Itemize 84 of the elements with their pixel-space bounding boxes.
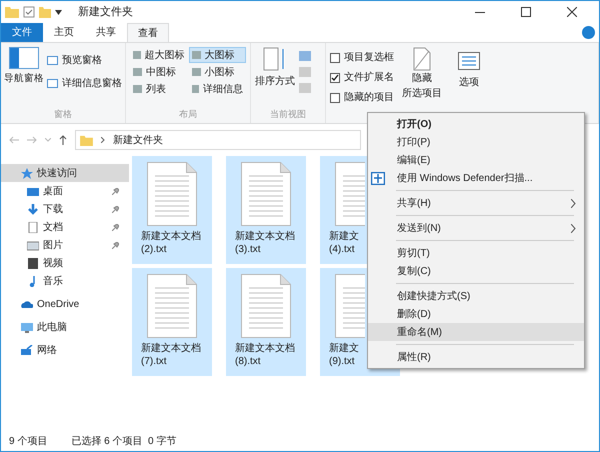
checkbox[interactable] [330, 92, 340, 102]
pane-option[interactable]: 详细信息窗格 [47, 76, 122, 91]
download-icon [27, 204, 39, 214]
chevron-icon [571, 198, 576, 208]
up-icon[interactable] [59, 135, 67, 145]
pane-icon [47, 56, 58, 65]
sidebar-item[interactable]: 视频 [1, 254, 129, 272]
group-label: 窗格 [53, 108, 73, 120]
file-name: 新建文本文档 (7).txt [140, 342, 202, 368]
sidebar-item[interactable]: 音乐 [1, 272, 129, 290]
layout-option[interactable]: 大图标 [188, 47, 246, 63]
view-icon [192, 85, 199, 93]
cloud-icon [21, 298, 33, 310]
text-file-icon [147, 274, 197, 338]
checkbox-label: 文件扩展名 [344, 70, 394, 85]
sort-by-button[interactable]: 排序方式 [255, 47, 295, 108]
star-icon [21, 168, 33, 178]
dropdown-icon[interactable] [55, 10, 62, 14]
checkbox[interactable] [330, 52, 340, 62]
sidebar-item[interactable]: 网络 [1, 341, 129, 359]
layout-option[interactable]: 中图标 [130, 64, 188, 80]
pane-icon [9, 47, 39, 69]
sidebar-item[interactable]: OneDrive [1, 295, 129, 313]
layout-option[interactable]: 详细信息 [188, 81, 246, 97]
text-file-icon [241, 162, 291, 226]
pane-icon [47, 79, 58, 88]
document-icon [27, 222, 39, 232]
checkbox-label: 隐藏的项目 [344, 90, 394, 105]
checkbox-label: 项目复选框 [344, 50, 394, 65]
close-icon [567, 7, 577, 17]
file-tile[interactable]: 新建文本文档 (3).txt [226, 156, 306, 264]
file-tile[interactable]: 新建文本文档 (8).txt [226, 268, 306, 376]
sidebar-item[interactable]: 此电脑 [1, 318, 129, 336]
text-file-icon [147, 162, 197, 226]
address-path: 新建文件夹 [113, 134, 163, 148]
picture-icon [27, 240, 39, 250]
status-item-count: 9 个项目 [9, 434, 48, 448]
hide-icon [413, 47, 431, 71]
file-name: 新建文本文档 (3).txt [234, 230, 296, 256]
group-label: 当前视图 [269, 108, 307, 120]
checkbox[interactable] [330, 72, 340, 82]
pane-option[interactable]: 预览窗格 [47, 53, 122, 68]
group-label: 布局 [178, 108, 198, 120]
file-tile[interactable]: 新建文本文档 (7).txt [132, 268, 212, 376]
ribbon-tab[interactable]: 查看 [127, 23, 169, 42]
sidebar-item[interactable]: 快速访问 [1, 164, 129, 182]
text-file-icon [335, 162, 365, 226]
menu-item[interactable]: 重命名(M) [368, 323, 584, 341]
shield-icon [371, 172, 385, 184]
window-title: 新建文件夹 [78, 4, 133, 20]
sidebar-item[interactable]: 文档 [1, 218, 129, 236]
ribbon-tab[interactable]: 共享 [85, 23, 127, 42]
navigation-pane-button[interactable]: 导航窗格 [5, 47, 43, 108]
maximize-icon [521, 7, 531, 17]
network-icon [21, 344, 33, 356]
file-name: 新建文本文档 (2).txt [140, 230, 202, 256]
layout-option[interactable]: 超大图标 [130, 47, 188, 63]
desktop-icon [27, 186, 39, 196]
computer-icon [21, 322, 33, 332]
layout-option[interactable]: 列表 [130, 81, 188, 97]
layout-option[interactable]: 小图标 [188, 64, 246, 80]
chevron-icon [571, 224, 576, 232]
file-name: 新建文 (9).txt [328, 342, 360, 368]
text-file-icon [241, 274, 291, 338]
ribbon-tab[interactable]: 文件 [1, 23, 43, 42]
menu-item[interactable]: 打印(P) [368, 133, 584, 151]
folder-icon [5, 6, 19, 18]
sidebar-item[interactable]: 图片 [1, 236, 129, 254]
help-icon[interactable] [582, 26, 595, 39]
file-name: 新建文本文档 (8).txt [234, 342, 296, 368]
properties-icon[interactable] [23, 6, 35, 18]
chevron-icon [101, 137, 105, 143]
file-tile[interactable]: 新建文本文档 (2).txt [132, 156, 212, 264]
sidebar-item[interactable]: 下载 [1, 200, 129, 218]
sidebar-item[interactable]: 桌面 [1, 182, 129, 200]
ribbon-tab[interactable]: 主页 [43, 23, 85, 42]
status-selection: 已选择 6 个项目 0 字节 [71, 434, 176, 448]
folder-icon [80, 134, 93, 146]
text-file-icon [335, 274, 365, 338]
options-icon [458, 52, 480, 70]
view-icon [133, 51, 140, 59]
film-icon [27, 258, 39, 268]
address-bar[interactable]: 新建文件夹 [75, 130, 361, 150]
file-name: 新建文 (4).txt [328, 230, 360, 256]
